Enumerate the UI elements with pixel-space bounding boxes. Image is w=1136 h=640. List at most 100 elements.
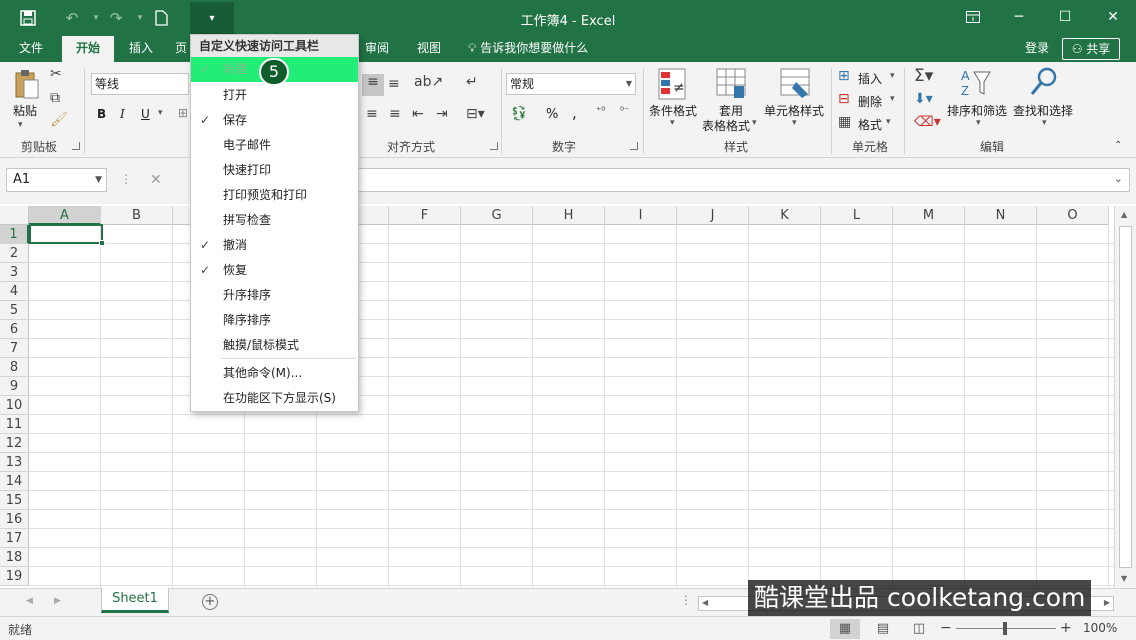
expand-formula-bar-icon[interactable]: ⌄ — [1114, 172, 1123, 185]
column-header[interactable]: F — [389, 206, 461, 225]
tell-me-box[interactable]: 💡︎ 告诉我你想要做什么 — [468, 36, 588, 62]
conditional-formatting-icon[interactable]: ≠ — [658, 68, 686, 104]
cancel-entry-icon[interactable]: ✕ — [150, 172, 162, 188]
number-dialog-launcher-icon[interactable] — [630, 142, 638, 150]
tab-file[interactable]: 文件 — [8, 36, 54, 62]
decrease-indent-icon[interactable]: ⇤ — [412, 106, 424, 122]
zoom-level[interactable]: 100% — [1083, 621, 1117, 635]
row-header[interactable]: 13 — [0, 453, 29, 472]
vertical-scrollbar[interactable]: ▲ ▼ — [1114, 206, 1136, 588]
insert-cells-icon[interactable]: ⊞ — [838, 68, 850, 84]
conditional-formatting-label[interactable]: 条件格式 — [649, 102, 697, 119]
orientation-icon[interactable]: ab↗ — [414, 74, 443, 90]
column-header[interactable]: N — [965, 206, 1037, 225]
scroll-down-icon[interactable]: ▼ — [1121, 574, 1127, 583]
minimize-icon[interactable]: ─ — [996, 0, 1042, 34]
row-header[interactable]: 19 — [0, 567, 29, 586]
delete-cells-label[interactable]: 删除 — [858, 93, 882, 110]
tab-home[interactable]: 开始 — [62, 36, 114, 62]
row-header[interactable]: 11 — [0, 415, 29, 434]
row-header[interactable]: 7 — [0, 339, 29, 358]
tab-insert[interactable]: 插入 — [118, 36, 164, 62]
underline-dropdown-icon[interactable]: ▾ — [158, 108, 163, 118]
paste-dropdown-icon[interactable]: ▾ — [18, 120, 23, 130]
font-name-combo[interactable]: 等线 — [91, 73, 189, 95]
increase-decimal-icon[interactable]: ⁺⁰ — [596, 106, 605, 117]
cut-icon[interactable]: ✂ — [50, 66, 62, 82]
menu-item[interactable]: ✓ 保存 — [191, 108, 358, 133]
column-header[interactable]: H — [533, 206, 605, 225]
scroll-up-icon[interactable]: ▲ — [1121, 210, 1127, 219]
menu-item[interactable]: 打开 — [191, 83, 358, 108]
column-header[interactable]: A — [29, 206, 101, 225]
format-as-table-icon[interactable] — [716, 68, 746, 104]
cell-styles-icon[interactable] — [780, 68, 810, 104]
page-break-view-icon[interactable]: ◫ — [904, 619, 934, 639]
maximize-icon[interactable]: ☐ — [1042, 0, 1088, 34]
copy-icon[interactable]: ⧉ — [50, 90, 60, 106]
column-header[interactable]: O — [1037, 206, 1109, 225]
next-sheet-icon[interactable]: ▶ — [54, 596, 61, 606]
row-header[interactable]: 5 — [0, 301, 29, 320]
menu-item[interactable]: 其他命令(M)... — [191, 361, 358, 386]
comma-button[interactable]: , — [572, 104, 577, 122]
menu-item[interactable]: 快速打印 — [191, 158, 358, 183]
row-header[interactable]: 16 — [0, 510, 29, 529]
zoom-out-button[interactable]: − — [940, 620, 952, 636]
align-left-icon[interactable]: ≡ — [366, 106, 378, 122]
previous-sheet-icon[interactable]: ◀ — [26, 596, 33, 606]
tab-review[interactable]: 审阅 — [356, 36, 398, 62]
row-header[interactable]: 18 — [0, 548, 29, 567]
row-header[interactable]: 15 — [0, 491, 29, 510]
active-cell[interactable] — [29, 224, 105, 246]
row-header[interactable]: 14 — [0, 472, 29, 491]
column-header[interactable]: K — [749, 206, 821, 225]
signin-link[interactable]: 登录 — [1025, 36, 1049, 62]
menu-item[interactable]: 打印预览和打印 — [191, 183, 358, 208]
column-header[interactable]: G — [461, 206, 533, 225]
select-all-corner[interactable] — [0, 206, 29, 225]
menu-item[interactable]: 拼写检查 — [191, 208, 358, 233]
column-header[interactable]: J — [677, 206, 749, 225]
column-header[interactable]: B — [101, 206, 173, 225]
align-top-icon[interactable]: ≡ — [362, 74, 384, 96]
underline-button[interactable]: U — [141, 107, 150, 121]
row-header[interactable]: 10 — [0, 396, 29, 415]
add-sheet-icon[interactable]: + — [202, 594, 218, 610]
number-format-combo[interactable]: 常规 ▼ — [506, 73, 636, 95]
find-select-icon[interactable] — [1030, 66, 1058, 102]
formula-input[interactable]: ⌄ — [350, 168, 1130, 192]
row-header[interactable]: 4 — [0, 282, 29, 301]
bold-button[interactable]: B — [97, 107, 106, 121]
sheet-tab[interactable]: Sheet1 — [101, 588, 169, 613]
menu-item[interactable]: 升序排序 — [191, 283, 358, 308]
scroll-left-icon[interactable]: ◀ — [702, 598, 708, 607]
menu-item[interactable]: 在功能区下方显示(S) — [191, 386, 358, 411]
accounting-format-icon[interactable]: 💱︎ — [510, 106, 528, 122]
sort-filter-icon[interactable]: AZ — [960, 66, 992, 102]
row-header[interactable]: 1 — [0, 225, 29, 244]
menu-item[interactable]: ✓ 撤消 — [191, 233, 358, 258]
menu-item[interactable]: ✓ 恢复 — [191, 258, 358, 283]
alignment-dialog-launcher-icon[interactable] — [490, 142, 498, 150]
close-icon[interactable]: ✕ — [1090, 0, 1136, 34]
scroll-right-icon[interactable]: ▶ — [1104, 598, 1110, 607]
find-select-label[interactable]: 查找和选择 — [1013, 102, 1073, 119]
autosum-icon[interactable]: Σ▾ — [914, 66, 933, 86]
menu-item[interactable]: 电子邮件 — [191, 133, 358, 158]
wrap-text-icon[interactable]: ↵ — [466, 74, 478, 90]
worksheet-grid[interactable]: ABCDEFGHIJKLMNO 123456789101112131415161… — [0, 206, 1114, 588]
zoom-in-button[interactable]: + — [1060, 620, 1072, 636]
page-layout-view-icon[interactable]: ▤ — [868, 619, 898, 639]
column-header[interactable]: L — [821, 206, 893, 225]
fill-handle[interactable] — [99, 240, 105, 246]
cell-styles-label[interactable]: 单元格样式 — [764, 102, 824, 119]
tab-page-layout[interactable]: 页 — [170, 36, 192, 62]
normal-view-icon[interactable]: ▦ — [830, 619, 860, 639]
paste-label[interactable]: 粘贴 — [13, 102, 37, 119]
percent-button[interactable]: % — [546, 107, 558, 122]
paste-icon[interactable] — [12, 68, 42, 100]
insert-cells-label[interactable]: 插入 — [858, 70, 882, 87]
menu-item[interactable]: 降序排序 — [191, 308, 358, 333]
column-header[interactable]: M — [893, 206, 965, 225]
